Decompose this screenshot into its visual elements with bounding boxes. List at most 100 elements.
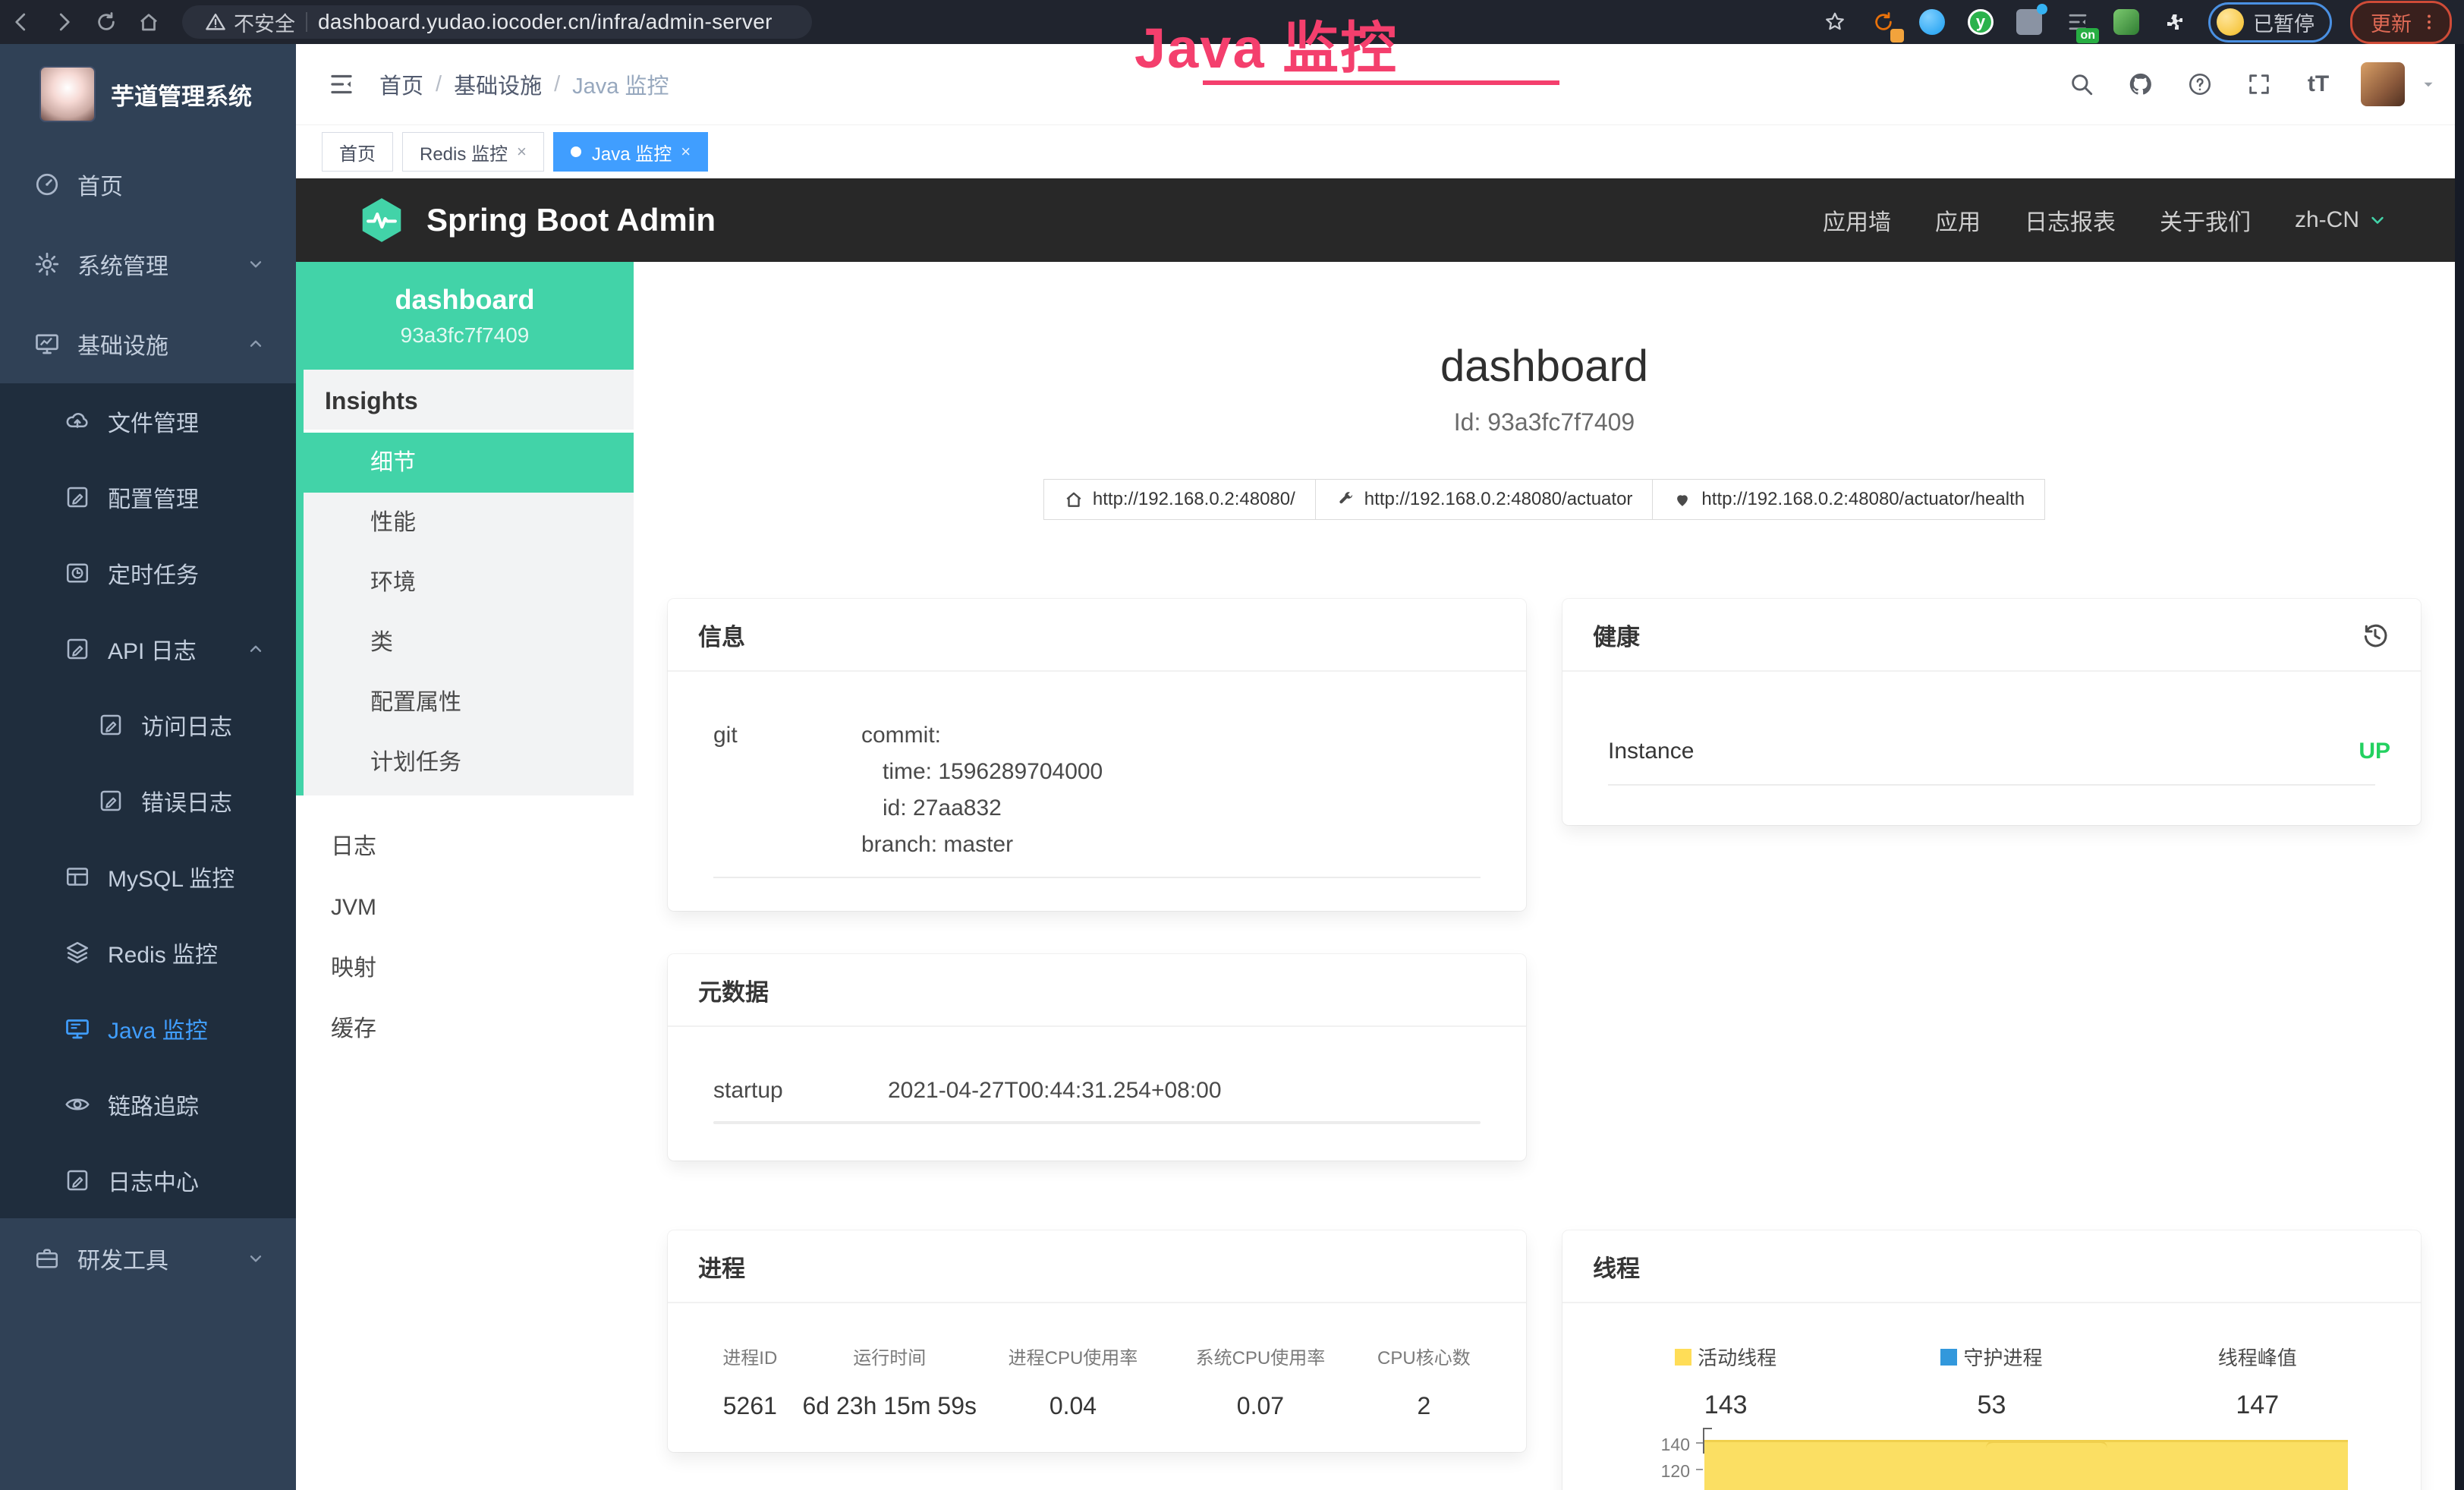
fullscreen-icon[interactable]: [2242, 68, 2276, 101]
emoji-avatar-icon: [2217, 8, 2244, 36]
sba-nav-applications[interactable]: 应用: [1935, 203, 1981, 237]
extension-y-icon[interactable]: y: [1965, 7, 1996, 37]
sba-menu-config-props[interactable]: 配置属性: [296, 673, 634, 732]
sidebar-item-config-manage[interactable]: 配置管理: [0, 459, 296, 535]
sba-nav-about[interactable]: 关于我们: [2160, 203, 2251, 237]
sba-brand[interactable]: Spring Boot Admin: [426, 202, 716, 238]
sidebar-item-label: 文件管理: [108, 405, 199, 438]
y-tickmark: [1696, 1469, 1703, 1470]
sidebar-item-file-manage[interactable]: 文件管理: [0, 383, 296, 459]
instance-name: dashboard: [395, 284, 534, 316]
github-icon[interactable]: [2124, 68, 2157, 101]
browser-back-button[interactable]: [0, 5, 42, 39]
sba-menu-metrics[interactable]: 性能: [296, 493, 634, 553]
browser-forward-button[interactable]: [42, 5, 85, 39]
help-icon[interactable]: [2183, 68, 2217, 101]
metadata-card-title: 元数据: [668, 954, 1526, 1027]
sba-menu-caches[interactable]: 缓存: [296, 999, 634, 1060]
sba-menu-classes[interactable]: 类: [296, 613, 634, 673]
app-sidebar: 芋道管理系统 首页 系统管理 基础设施 文件管理 配置管理: [0, 44, 296, 1490]
chevron-down-icon: [246, 1249, 266, 1268]
sidebar-item-label: 访问日志: [141, 708, 232, 742]
kebab-menu-icon[interactable]: [2419, 12, 2439, 32]
tab-redis-monitor[interactable]: Redis 监控 ×: [402, 132, 544, 172]
timer-icon: [64, 559, 91, 587]
health-url-link[interactable]: http://192.168.0.2:48080/actuator/health: [1652, 479, 2045, 520]
update-label: 更新: [2371, 8, 2412, 37]
browser-reload-button[interactable]: [85, 5, 127, 39]
breadcrumb-home[interactable]: 首页: [379, 68, 423, 100]
sidebar-item-access-log[interactable]: 访问日志: [0, 687, 296, 763]
col-header-pid: 进程ID: [698, 1343, 802, 1369]
sba-instance-sidebar: dashboard 93a3fc7f7409 Insights 细节 性能 环境…: [296, 262, 634, 1490]
screen-icon: [64, 1015, 91, 1042]
sidebar-item-java-monitor[interactable]: Java 监控: [0, 991, 296, 1066]
search-icon[interactable]: [2065, 68, 2098, 101]
sidebar-item-label: API 日志: [108, 632, 197, 666]
sba-menu-mappings[interactable]: 映射: [296, 938, 634, 999]
window-scrollbar-track[interactable]: [2455, 44, 2464, 1490]
sidebar-item-dev-tools[interactable]: 研发工具: [0, 1218, 296, 1298]
language-value: zh-CN: [2295, 207, 2359, 233]
sidebar-item-redis-monitor[interactable]: Redis 监控: [0, 915, 296, 991]
sidebar-item-tracing[interactable]: 链路追踪: [0, 1066, 296, 1142]
breadcrumb-infra[interactable]: 基础设施: [454, 68, 542, 100]
extension-tabs-icon[interactable]: on: [2063, 7, 2093, 37]
sidebar-item-label: Java 监控: [108, 1012, 208, 1045]
sidebar-item-label: 链路追踪: [108, 1088, 199, 1121]
tab-home[interactable]: 首页: [322, 132, 393, 172]
sidebar-item-mysql-monitor[interactable]: MySQL 监控: [0, 839, 296, 915]
sba-group-label: Insights: [296, 370, 634, 433]
user-avatar[interactable]: [2361, 62, 2405, 106]
history-icon[interactable]: [2360, 619, 2390, 650]
health-instance-row[interactable]: Instance UP: [1608, 739, 2390, 764]
sba-nav-wallboard[interactable]: 应用墙: [1823, 203, 1891, 237]
link-label: http://192.168.0.2:48080/actuator: [1364, 489, 1633, 510]
process-card-title: 进程: [668, 1230, 1526, 1303]
sidebar-item-api-log[interactable]: API 日志: [0, 611, 296, 687]
sidebar-fold-button[interactable]: [323, 66, 360, 102]
security-indicator[interactable]: 不安全: [205, 8, 295, 37]
sba-menu-jvm[interactable]: JVM: [296, 877, 634, 938]
profile-paused-chip[interactable]: 已暂停: [2208, 2, 2332, 43]
extensions-puzzle-icon[interactable]: [2160, 7, 2190, 37]
sba-menu-scheduled-tasks[interactable]: 计划任务: [296, 732, 634, 792]
bookmark-star-icon[interactable]: [1820, 7, 1850, 37]
sba-instance-header[interactable]: dashboard 93a3fc7f7409: [296, 262, 634, 370]
address-bar[interactable]: 不安全 dashboard.yudao.iocoder.cn/infra/adm…: [182, 5, 812, 39]
sidebar-item-scheduled-jobs[interactable]: 定时任务: [0, 535, 296, 611]
service-url-link[interactable]: http://192.168.0.2:48080/: [1043, 479, 1316, 520]
app-logo-image: [39, 66, 96, 122]
font-size-icon[interactable]: tT: [2302, 68, 2335, 101]
chevron-down-icon: [2367, 209, 2388, 231]
sba-menu-logfile[interactable]: 日志: [296, 817, 634, 877]
sba-menu-details[interactable]: 细节: [296, 433, 634, 493]
log-icon: [64, 1167, 91, 1194]
extension-sync-icon[interactable]: [1868, 7, 1899, 37]
tab-close-icon[interactable]: ×: [517, 142, 527, 162]
extension-grid-icon[interactable]: [2014, 7, 2044, 37]
browser-home-button[interactable]: [127, 5, 170, 39]
process-value-row: 5261 6d 23h 15m 59s 0.04 0.07 2: [698, 1369, 1496, 1420]
process-header-row: 进程ID 运行时间 进程CPU使用率 系统CPU使用率 CPU核心数: [698, 1343, 1496, 1369]
sba-nav-journal[interactable]: 日志报表: [2025, 203, 2116, 237]
sidebar-item-home[interactable]: 首页: [0, 144, 296, 224]
tab-close-icon[interactable]: ×: [681, 142, 691, 162]
sidebar-item-system[interactable]: 系统管理: [0, 224, 296, 304]
actuator-url-link[interactable]: http://192.168.0.2:48080/actuator: [1315, 479, 1654, 520]
legend-label: 活动线程: [1698, 1343, 1776, 1371]
tab-java-monitor[interactable]: Java 监控 ×: [553, 132, 708, 172]
sidebar-item-infra[interactable]: 基础设施: [0, 304, 296, 383]
avatar-caret-icon[interactable]: [2420, 76, 2437, 93]
value-system-cpu: 0.07: [1169, 1392, 1352, 1420]
sba-language-select[interactable]: zh-CN: [2295, 207, 2388, 233]
metadata-card: 元数据 startup 2021-04-27T00:44:31.254+08:0…: [668, 954, 1526, 1161]
process-card: 进程 进程ID 运行时间 进程CPU使用率 系统CPU使用率 CPU核心数: [668, 1230, 1526, 1452]
sidebar-item-log-center[interactable]: 日志中心: [0, 1142, 296, 1218]
sba-menu-environment[interactable]: 环境: [296, 553, 634, 613]
extension-leaf-icon[interactable]: [2111, 7, 2141, 37]
browser-update-button[interactable]: 更新: [2350, 1, 2452, 44]
app-logo[interactable]: 芋道管理系统: [0, 44, 296, 144]
extension-pin-icon[interactable]: [1917, 7, 1947, 37]
sidebar-item-error-log[interactable]: 错误日志: [0, 763, 296, 839]
